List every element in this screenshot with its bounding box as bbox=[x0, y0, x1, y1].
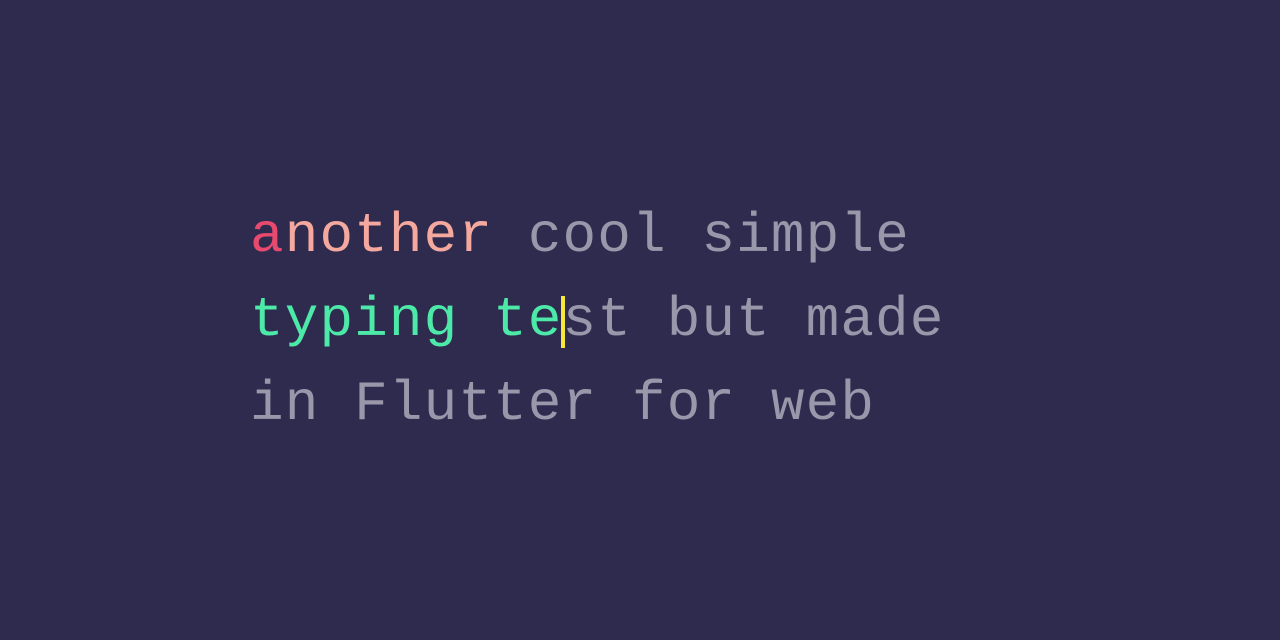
pending-text-line1: cool simple bbox=[528, 204, 910, 268]
typed-chars-partial: nother bbox=[285, 204, 493, 268]
typed-char-error: a bbox=[250, 204, 285, 268]
typing-test-area[interactable]: another cool simple typing test but made… bbox=[250, 194, 1030, 446]
typed-chars-correct: typing te bbox=[250, 288, 563, 352]
pending-space bbox=[493, 204, 528, 268]
